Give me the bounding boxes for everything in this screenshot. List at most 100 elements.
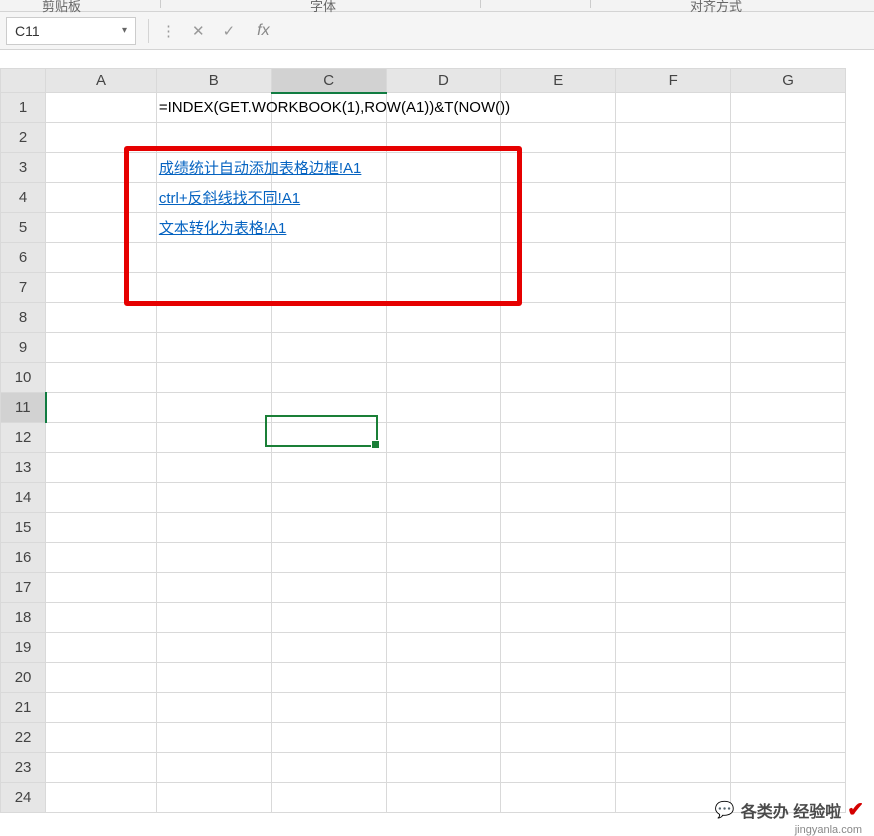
cell-D19[interactable]: [386, 633, 501, 663]
cell-B20[interactable]: [156, 663, 271, 693]
select-all-corner[interactable]: [1, 69, 46, 93]
cell-F19[interactable]: [616, 633, 731, 663]
cell-F4[interactable]: [616, 183, 731, 213]
cell-A5[interactable]: [46, 213, 157, 243]
col-header-E[interactable]: E: [501, 69, 616, 93]
cell-B21[interactable]: [156, 693, 271, 723]
cell-A3[interactable]: [46, 153, 157, 183]
row-header-4[interactable]: 4: [1, 183, 46, 213]
cell-C16[interactable]: [271, 543, 386, 573]
cell-G21[interactable]: [731, 693, 846, 723]
col-header-F[interactable]: F: [616, 69, 731, 93]
cell-F21[interactable]: [616, 693, 731, 723]
cell-F24[interactable]: [616, 783, 731, 813]
cell-C14[interactable]: [271, 483, 386, 513]
cell-F5[interactable]: [616, 213, 731, 243]
cell-A1[interactable]: [46, 93, 157, 123]
cell-A17[interactable]: [46, 573, 157, 603]
cell-B8[interactable]: [156, 303, 271, 333]
cell-G1[interactable]: [731, 93, 846, 123]
cell-A20[interactable]: [46, 663, 157, 693]
cell-G7[interactable]: [731, 273, 846, 303]
cell-E11[interactable]: [501, 393, 616, 423]
cell-G18[interactable]: [731, 603, 846, 633]
cell-C2[interactable]: [271, 123, 386, 153]
cell-C10[interactable]: [271, 363, 386, 393]
cell-A7[interactable]: [46, 273, 157, 303]
row-header-23[interactable]: 23: [1, 753, 46, 783]
cell-B1[interactable]: =INDEX(GET.WORKBOOK(1),ROW(A1))&T(NOW()): [156, 93, 271, 123]
cell-E7[interactable]: [501, 273, 616, 303]
cell-G6[interactable]: [731, 243, 846, 273]
cell-B2[interactable]: [156, 123, 271, 153]
cell-F16[interactable]: [616, 543, 731, 573]
cell-A21[interactable]: [46, 693, 157, 723]
cell-C15[interactable]: [271, 513, 386, 543]
cell-F13[interactable]: [616, 453, 731, 483]
cell-G15[interactable]: [731, 513, 846, 543]
cell-A2[interactable]: [46, 123, 157, 153]
cell-F15[interactable]: [616, 513, 731, 543]
cell-E10[interactable]: [501, 363, 616, 393]
cell-F7[interactable]: [616, 273, 731, 303]
cell-G11[interactable]: [731, 393, 846, 423]
cell-B17[interactable]: [156, 573, 271, 603]
cell-E19[interactable]: [501, 633, 616, 663]
cell-F6[interactable]: [616, 243, 731, 273]
cell-D6[interactable]: [386, 243, 501, 273]
worksheet-grid[interactable]: A B C D E F G 1 =INDEX(GET.WORKBOOK(1),R…: [0, 68, 874, 813]
cell-D23[interactable]: [386, 753, 501, 783]
cell-E24[interactable]: [501, 783, 616, 813]
name-box-dropdown-icon[interactable]: ▾: [122, 25, 127, 36]
cell-B18[interactable]: [156, 603, 271, 633]
more-icon[interactable]: ⋮: [161, 22, 174, 40]
cell-G16[interactable]: [731, 543, 846, 573]
cell-A22[interactable]: [46, 723, 157, 753]
cell-B22[interactable]: [156, 723, 271, 753]
cell-B19[interactable]: [156, 633, 271, 663]
row-header-22[interactable]: 22: [1, 723, 46, 753]
cell-C19[interactable]: [271, 633, 386, 663]
cancel-icon[interactable]: ✕: [192, 22, 205, 40]
cell-D11[interactable]: [386, 393, 501, 423]
cell-C11[interactable]: [271, 393, 386, 423]
cell-B12[interactable]: [156, 423, 271, 453]
col-header-D[interactable]: D: [386, 69, 501, 93]
cell-F20[interactable]: [616, 663, 731, 693]
cell-E1[interactable]: [501, 93, 616, 123]
row-header-8[interactable]: 8: [1, 303, 46, 333]
cell-F14[interactable]: [616, 483, 731, 513]
col-header-G[interactable]: G: [731, 69, 846, 93]
enter-icon[interactable]: ✓: [223, 22, 236, 40]
cell-D2[interactable]: [386, 123, 501, 153]
row-header-2[interactable]: 2: [1, 123, 46, 153]
cell-C21[interactable]: [271, 693, 386, 723]
cell-E20[interactable]: [501, 663, 616, 693]
cell-B13[interactable]: [156, 453, 271, 483]
row-header-7[interactable]: 7: [1, 273, 46, 303]
cell-B16[interactable]: [156, 543, 271, 573]
cell-A13[interactable]: [46, 453, 157, 483]
cell-E3[interactable]: [501, 153, 616, 183]
cell-E5[interactable]: [501, 213, 616, 243]
row-header-16[interactable]: 16: [1, 543, 46, 573]
cell-F10[interactable]: [616, 363, 731, 393]
cell-F17[interactable]: [616, 573, 731, 603]
cell-C7[interactable]: [271, 273, 386, 303]
cell-C12[interactable]: [271, 423, 386, 453]
cell-G19[interactable]: [731, 633, 846, 663]
cell-G23[interactable]: [731, 753, 846, 783]
cell-C8[interactable]: [271, 303, 386, 333]
cell-G3[interactable]: [731, 153, 846, 183]
cell-A4[interactable]: [46, 183, 157, 213]
cell-C18[interactable]: [271, 603, 386, 633]
cell-B11[interactable]: [156, 393, 271, 423]
cell-B9[interactable]: [156, 333, 271, 363]
col-header-C[interactable]: C: [271, 69, 386, 93]
cell-E21[interactable]: [501, 693, 616, 723]
cell-A12[interactable]: [46, 423, 157, 453]
cell-D7[interactable]: [386, 273, 501, 303]
cell-D5[interactable]: [386, 213, 501, 243]
cell-G22[interactable]: [731, 723, 846, 753]
cell-D8[interactable]: [386, 303, 501, 333]
